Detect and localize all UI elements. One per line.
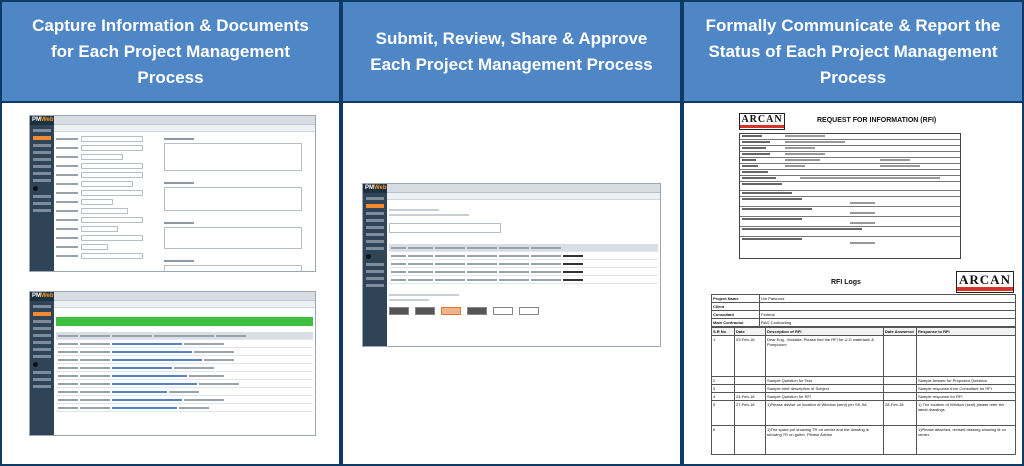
pmweb-logo: PMWeb <box>363 184 387 193</box>
form-content <box>56 133 313 271</box>
avatar <box>33 362 38 367</box>
column-body: ARCAN REQUEST FOR INFORMATION (RFI) ARCA… <box>684 103 1022 464</box>
rfi-title: REQUEST FOR INFORMATION (RFI) <box>817 117 937 124</box>
avatar <box>366 254 371 259</box>
flow-step <box>389 307 409 315</box>
avatar <box>33 186 38 191</box>
column-body: PMWeb <box>343 103 680 464</box>
log-content <box>56 309 313 433</box>
app-topbar <box>54 292 315 301</box>
app-toolbar <box>54 125 315 132</box>
log-screenshot: PMWeb <box>29 291 316 436</box>
app-sidebar: PMWeb <box>30 116 54 271</box>
workflow-content <box>389 201 658 344</box>
flow-step <box>493 307 513 315</box>
workflow-screenshot: PMWeb <box>362 183 661 347</box>
table-row: 3 Sample brief description of Subject Sa… <box>712 385 1015 393</box>
app-sidebar: PMWeb <box>363 184 387 346</box>
column-report: Formally Communicate & Report the Status… <box>684 2 1022 464</box>
column-review: Submit, Review, Share & Approve Each Pro… <box>343 2 680 464</box>
rfi-report: ARCAN REQUEST FOR INFORMATION (RFI) <box>739 113 961 259</box>
log-table-header: S.R No Date Description of RFI Date Answ… <box>712 328 1015 336</box>
log-fields: Project Name Uni Parkrond Client Consulta… <box>711 294 1016 327</box>
table-row: 2 Sample Question for Test Sample Answer… <box>712 377 1015 385</box>
table-row: 1 03-Feb-18 Dear Eng.. Mostafa. Please f… <box>712 336 1015 377</box>
column-title: Submit, Review, Share & Approve Each Pro… <box>370 28 653 74</box>
arcan-logo: ARCAN <box>956 271 1014 293</box>
column-title: Formally Communicate & Report the Status… <box>705 15 1001 87</box>
column-title: Capture Information & Documents for Each… <box>32 15 309 87</box>
column-capture: Capture Information & Documents for Each… <box>2 2 339 464</box>
table-row: 5 27-Feb-18 1)Please advise on location … <box>712 401 1015 426</box>
rfi-log-report: ARCAN RFI Logs Project Name Uni Parkrond … <box>711 271 1016 461</box>
pmweb-logo: PMWeb <box>30 292 54 301</box>
column-body: PMWeb <box>2 103 339 464</box>
three-column-infographic: Capture Information & Documents for Each… <box>0 0 1024 466</box>
app-sidebar: PMWeb <box>30 292 54 435</box>
rfi-form-grid <box>739 133 961 259</box>
app-topbar <box>387 184 660 193</box>
flow-step <box>519 307 539 315</box>
form-screenshot: PMWeb <box>29 115 316 272</box>
table-row: 4 24-Feb-18 Sample Question for RFI Samp… <box>712 393 1015 401</box>
app-toolbar <box>387 193 660 200</box>
table-row: 6 1)The spare pot showing TR on center a… <box>712 426 1015 454</box>
pmweb-logo: PMWeb <box>30 116 54 125</box>
app-toolbar <box>54 301 315 308</box>
flow-step-current <box>441 307 461 315</box>
column-header: Capture Information & Documents for Each… <box>2 2 339 101</box>
progress-banner <box>56 317 313 326</box>
flow-step <box>415 307 435 315</box>
arcan-logo: ARCAN <box>739 113 785 130</box>
app-topbar <box>54 116 315 125</box>
flow-step <box>467 307 487 315</box>
log-table: S.R No Date Description of RFI Date Answ… <box>711 327 1016 455</box>
column-header: Formally Communicate & Report the Status… <box>684 2 1022 101</box>
column-header: Submit, Review, Share & Approve Each Pro… <box>343 2 680 101</box>
rfi-log-title: RFI Logs <box>831 279 861 286</box>
approval-flow <box>389 307 658 315</box>
